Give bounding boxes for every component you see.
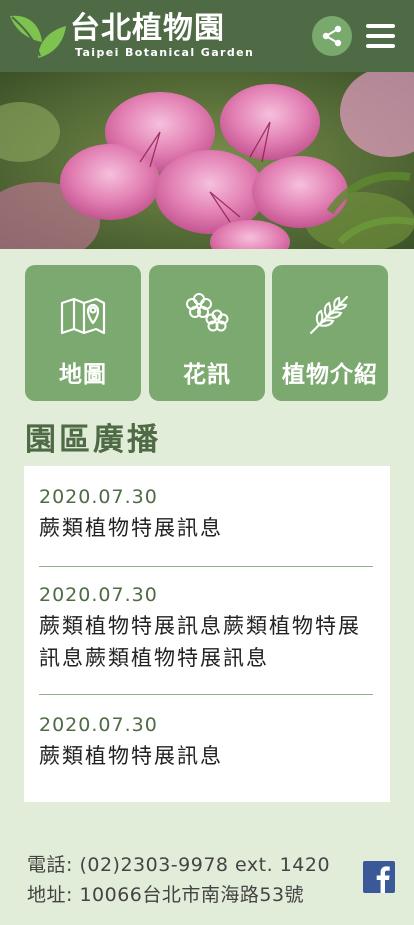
app-header: 台北植物園 Taipei Botanical Garden [0,0,414,72]
footer-address: 地址: 10066台北市南海路53號 [27,884,305,906]
footer: 電話: (02)2303-9978 ext. 1420 地址: 10066台北市… [0,828,414,925]
flower-icon [186,293,229,332]
menu-icon-bar [366,34,395,38]
footer-phone: 電話: (02)2303-9978 ext. 1420 [27,854,331,876]
tile-plant-intro[interactable]: 植物介紹 [272,265,388,401]
share-button[interactable] [312,16,352,56]
logo-leaf-icon[interactable] [8,10,68,62]
tile-flower-news[interactable]: 花訊 [149,265,265,401]
news-date: 2020.07.30 [39,714,158,736]
facebook-button[interactable] [363,861,395,893]
facebook-icon [376,866,390,893]
news-text[interactable]: 蕨類植物特展訊息蕨類植物特展訊息蕨類植物特展訊息 [39,610,374,674]
news-date: 2020.07.30 [39,486,158,508]
hero-flower-image [0,72,414,249]
tile-plant-label: 植物介紹 [282,362,378,388]
share-icon [322,25,342,47]
news-text[interactable]: 蕨類植物特展訊息 [39,740,374,772]
news-item[interactable]: 2020.07.30 蕨類植物特展訊息蕨類植物特展訊息蕨類植物特展訊息 [39,584,374,674]
map-icon [60,297,106,335]
news-text[interactable]: 蕨類植物特展訊息 [39,512,374,544]
news-item[interactable]: 2020.07.30 蕨類植物特展訊息 [39,486,374,544]
news-divider [39,566,373,567]
plant-icon [310,296,348,334]
quick-links: 地圖 花訊 植物介紹 [25,265,389,401]
azalea-illustration [0,72,414,249]
menu-button[interactable] [364,20,398,52]
news-date: 2020.07.30 [39,584,158,606]
tile-map-label: 地圖 [59,362,107,388]
menu-icon-bar [366,24,395,28]
news-divider [39,694,373,695]
section-title: 園區廣播 [25,422,161,458]
app-title[interactable]: 台北植物園 [70,12,225,46]
menu-icon-bar [366,44,395,48]
app-subtitle: Taipei Botanical Garden [75,46,255,59]
tile-flower-label: 花訊 [183,362,231,388]
tile-map[interactable]: 地圖 [25,265,141,401]
news-list: 2020.07.30 蕨類植物特展訊息 2020.07.30 蕨類植物特展訊息蕨… [24,466,390,802]
news-item[interactable]: 2020.07.30 蕨類植物特展訊息 [39,714,374,772]
